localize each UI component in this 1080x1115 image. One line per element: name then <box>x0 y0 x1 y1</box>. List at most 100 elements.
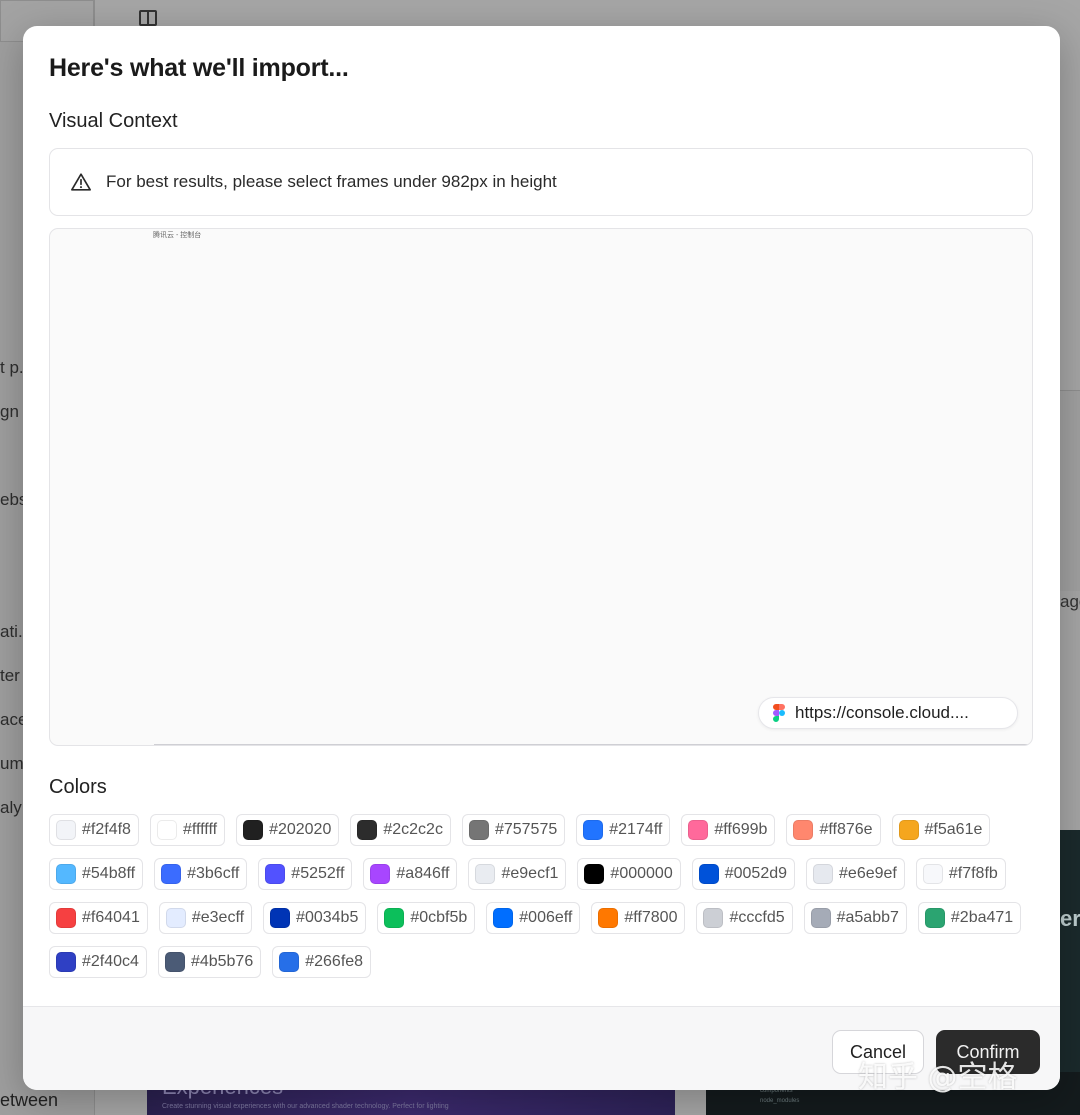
color-swatch-label: #a5abb7 <box>836 909 899 926</box>
dialog-title: Here's what we'll import... <box>49 54 349 82</box>
color-swatch-label: #ff699b <box>714 821 768 838</box>
color-swatch: #f7f8fb <box>915 858 1006 890</box>
color-swatch: #2ba471 <box>917 902 1022 934</box>
panel-toggle-icon <box>139 10 157 26</box>
background-code-line: node_modules <box>760 1098 800 1104</box>
color-swatch-chip <box>270 908 291 928</box>
color-swatch-label: #a846ff <box>396 865 450 882</box>
color-swatch: #54b8ff <box>49 858 144 890</box>
color-swatch-label: #266fe8 <box>305 953 364 970</box>
color-swatch-chip <box>56 864 76 884</box>
color-swatch-chip <box>810 908 831 928</box>
color-swatch: #e6e9ef <box>806 858 905 890</box>
color-swatch: #2f40c4 <box>49 946 147 978</box>
color-swatch: #0052d9 <box>691 858 796 890</box>
color-swatch-label: #0034b5 <box>296 909 359 926</box>
color-swatch-chip <box>56 820 76 840</box>
background-sidebar-text: um <box>0 754 24 773</box>
color-swatch-chip <box>161 864 182 884</box>
background-sidebar-text: aly <box>0 798 22 817</box>
color-swatch: #757575 <box>461 814 566 846</box>
color-swatch: #ff699b <box>681 814 776 846</box>
figma-icon <box>773 704 785 722</box>
color-swatch-chip <box>56 952 76 972</box>
color-swatch-chip <box>357 820 378 840</box>
color-swatch-label: #4b5b76 <box>190 953 254 970</box>
color-swatch-chip <box>688 820 709 840</box>
warning-text: For best results, please select frames u… <box>106 172 557 191</box>
preview-divider <box>154 744 1032 745</box>
color-swatch-label: #e6e9ef <box>839 865 897 882</box>
color-swatch-chip <box>583 820 604 840</box>
color-swatch: #e9ecf1 <box>468 858 567 890</box>
visual-context-heading: Visual Context <box>49 110 178 132</box>
color-swatch-chip <box>493 908 514 928</box>
color-swatch-label: #2c2c2c <box>383 821 443 838</box>
color-swatch: #a846ff <box>363 858 458 890</box>
color-swatch-label: #2ba471 <box>950 909 1014 926</box>
color-swatch-label: #e9ecf1 <box>501 865 559 882</box>
color-swatch-chip <box>265 864 286 884</box>
color-swatch-chip <box>922 864 943 884</box>
color-swatch: #5252ff <box>258 858 353 890</box>
color-swatch: #266fe8 <box>272 946 372 978</box>
color-swatch-label: #ffffff <box>182 821 218 838</box>
import-dialog: Here's what we'll import... Visual Conte… <box>23 26 1060 1090</box>
color-swatch: #ff7800 <box>591 902 686 934</box>
preview-frame-title: 腾讯云 - 控制台 <box>153 232 202 239</box>
color-swatch: #f2f4f8 <box>49 814 139 846</box>
color-swatch-label: #0cbf5b <box>410 909 468 926</box>
color-swatch-chip <box>370 864 391 884</box>
background-right-text: age <box>1060 592 1080 611</box>
color-swatch-label: #5252ff <box>291 865 345 882</box>
color-swatch: #e3ecff <box>158 902 253 934</box>
color-swatch-chip <box>793 820 814 840</box>
color-swatch-label: #000000 <box>610 865 673 882</box>
color-swatch-label: #e3ecff <box>191 909 245 926</box>
color-swatch-chip <box>703 908 724 928</box>
color-swatch: #f64041 <box>49 902 148 934</box>
background-bottom-text: etween <box>0 1090 59 1110</box>
color-swatch-label: #ff7800 <box>624 909 678 926</box>
color-swatch-chip <box>584 864 605 884</box>
color-swatch: #ffffff <box>149 814 226 846</box>
source-url-link[interactable]: https://console.cloud.... <box>758 697 1018 729</box>
colors-heading: Colors <box>49 776 107 798</box>
color-swatch-chip <box>279 952 300 972</box>
color-swatch: #cccfd5 <box>696 902 793 934</box>
color-swatch-label: #006eff <box>519 909 573 926</box>
color-swatch-chip <box>698 864 719 884</box>
color-swatch-label: #f5a61e <box>924 821 983 838</box>
color-swatch-chip <box>384 908 405 928</box>
background-sidebar-text: gn <box>0 402 19 421</box>
color-swatch-label: #ff876e <box>819 821 873 838</box>
background-right-card <box>1060 390 1080 591</box>
background-dark-text: er <box>1060 906 1080 931</box>
color-swatch-list: #f2f4f8 #ffffff #202020 #2c2c2c #757575 #2174… <box>49 814 1039 978</box>
color-swatch-chip <box>475 864 496 884</box>
color-swatch-label: #3b6cff <box>187 865 240 882</box>
source-url-text: https://console.cloud.... <box>795 703 969 722</box>
color-swatch-chip <box>898 820 919 840</box>
watermark: 知乎 @空格 <box>858 1060 1018 1095</box>
color-swatch: #f5a61e <box>891 814 991 846</box>
color-swatch-label: #cccfd5 <box>729 909 785 926</box>
color-swatch: #2174ff <box>576 814 671 846</box>
color-swatch-chip <box>598 908 619 928</box>
color-swatch-chip <box>156 820 177 840</box>
color-swatch-label: #f7f8fb <box>948 865 998 882</box>
background-hero-subtitle: Create stunning visual experiences with … <box>162 1103 449 1110</box>
background-sidebar-text: ter <box>0 666 20 685</box>
color-swatch: #a5abb7 <box>803 902 907 934</box>
color-swatch-label: #0052d9 <box>724 865 788 882</box>
color-swatch-chip <box>924 908 945 928</box>
color-swatch: #202020 <box>236 814 340 846</box>
color-swatch: #0cbf5b <box>377 902 476 934</box>
color-swatch: #000000 <box>577 858 681 890</box>
warning-triangle-icon <box>71 173 91 191</box>
color-swatch-chip <box>164 952 185 972</box>
color-swatch-chip <box>468 820 489 840</box>
color-swatch: #2c2c2c <box>350 814 451 846</box>
color-swatch: #4b5b76 <box>157 946 262 978</box>
color-swatch: #0034b5 <box>263 902 367 934</box>
